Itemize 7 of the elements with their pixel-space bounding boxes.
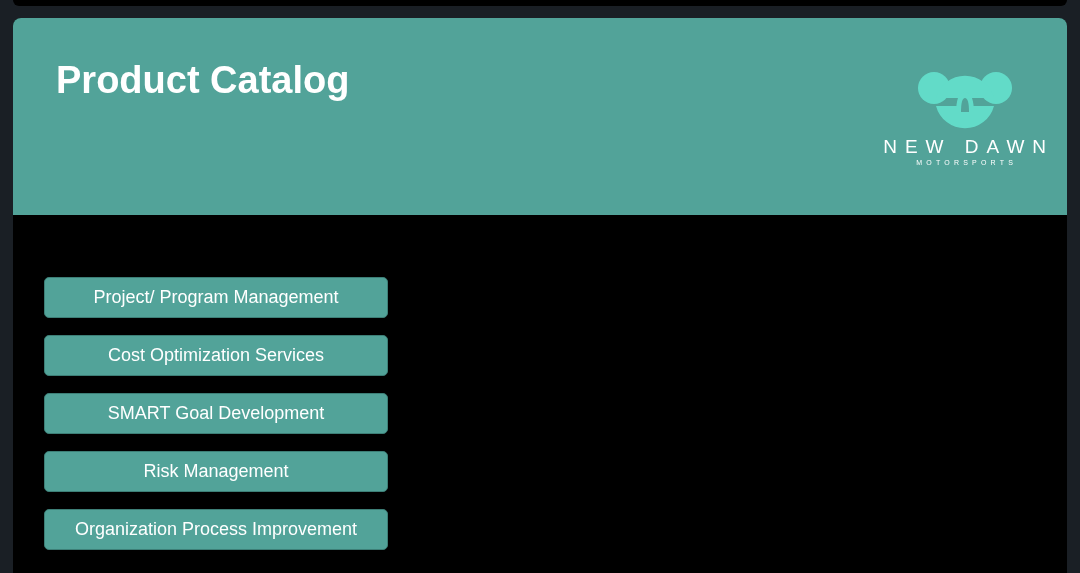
catalog-button[interactable]: Risk Management (44, 451, 388, 492)
page-title: Product Catalog (56, 58, 350, 103)
catalog-button[interactable]: Organization Process Improvement (44, 509, 388, 550)
catalog-button[interactable]: SMART Goal Development (44, 393, 388, 434)
logo-wordmark: NEW DAWN (882, 136, 1054, 158)
catalog-button[interactable]: Project/ Program Management (44, 277, 388, 318)
catalog-button[interactable]: Cost Optimization Services (44, 335, 388, 376)
